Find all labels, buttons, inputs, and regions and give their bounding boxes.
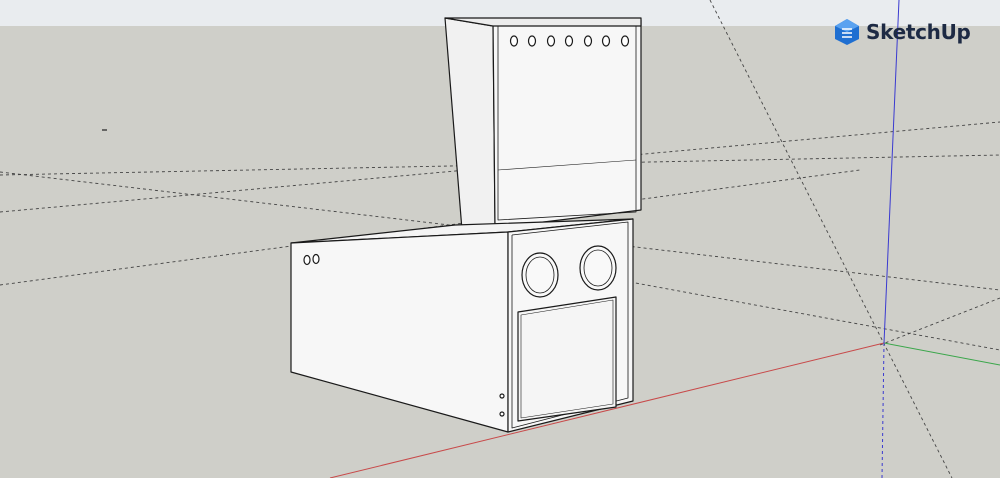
modeling-viewport[interactable]: SketchUp — [0, 0, 1000, 478]
sketchup-branding: SketchUp — [834, 16, 971, 48]
upper-front-panel — [492, 19, 642, 229]
speaker-left — [521, 252, 559, 298]
access-panel — [517, 296, 617, 422]
sketchup-logo-icon — [835, 19, 859, 45]
model-scene[interactable] — [0, 0, 1000, 478]
side-bolt-1 — [499, 393, 505, 399]
speaker-right — [579, 245, 617, 291]
side-hole-1 — [303, 254, 311, 266]
app-name: SketchUp — [866, 20, 971, 44]
side-bolt-2 — [499, 411, 505, 417]
side-hole-2 — [312, 253, 320, 265]
button-hole-4 — [564, 35, 574, 47]
button-hole-3 — [546, 35, 556, 47]
button-hole-5 — [583, 35, 593, 47]
button-hole-7 — [620, 35, 630, 47]
button-hole-1 — [509, 35, 519, 47]
button-hole-6 — [601, 35, 611, 47]
button-hole-2 — [527, 35, 537, 47]
